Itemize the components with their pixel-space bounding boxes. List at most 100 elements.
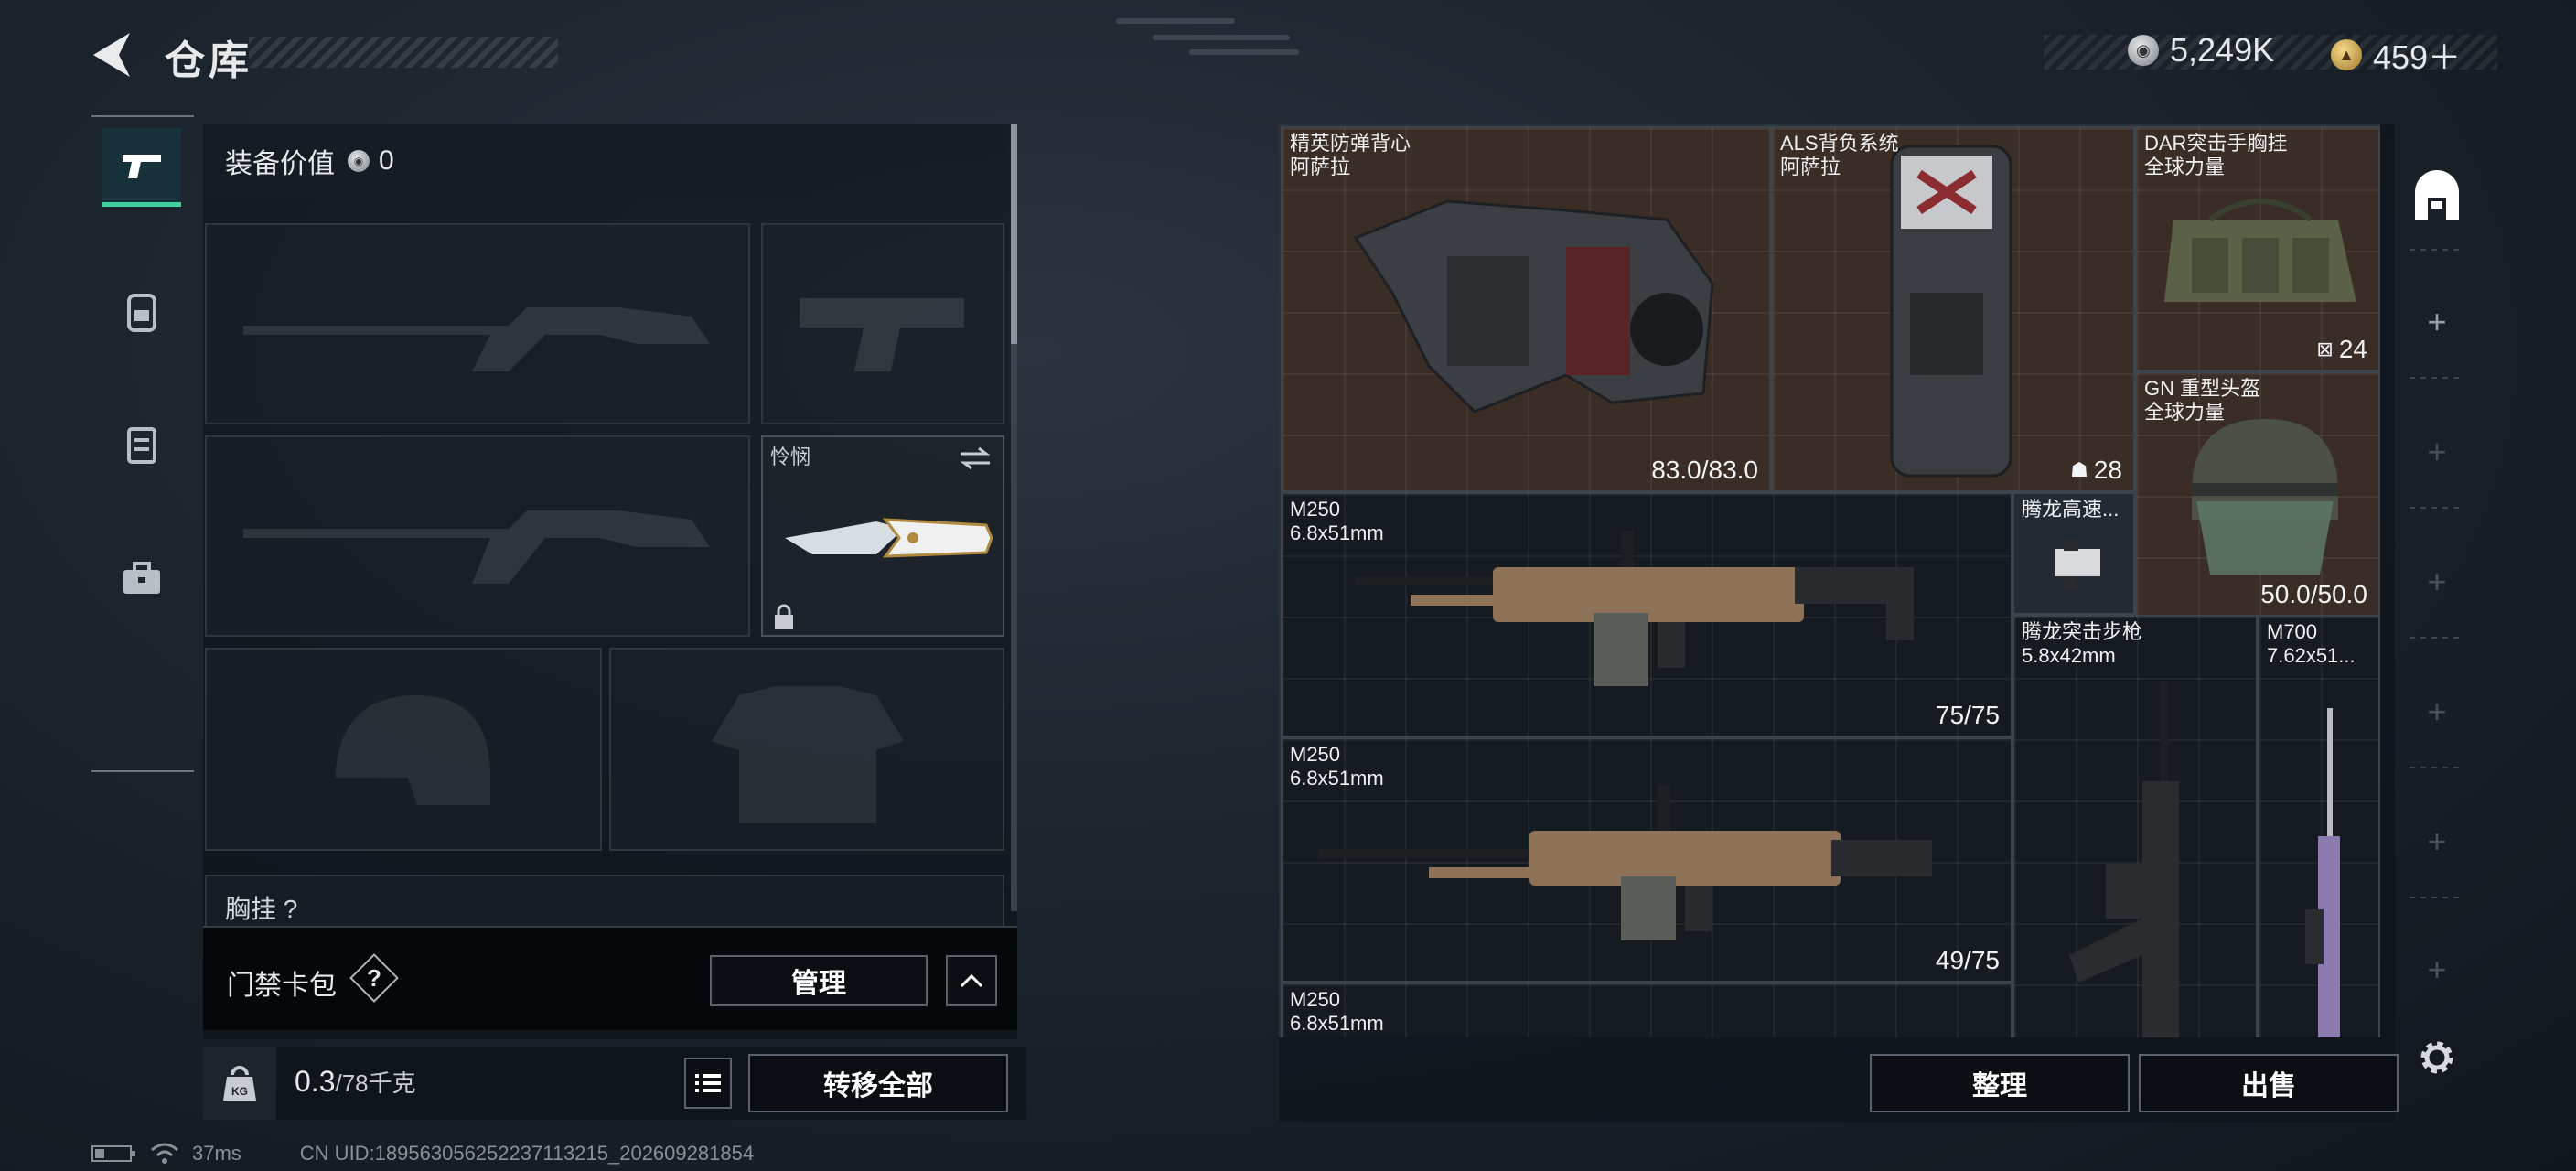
item-caliber: 6.8x51mm <box>1290 1012 1384 1035</box>
storage-item-vest[interactable]: 精英防弹背心 阿萨拉 83.0/83.0 <box>1281 126 1771 492</box>
add-storage-tab-button[interactable]: + <box>2400 805 2474 878</box>
battery-icon <box>91 1145 135 1162</box>
briefcase-icon <box>123 562 160 594</box>
equipment-value: 0 <box>379 145 394 176</box>
attachment-icon <box>2055 540 2100 589</box>
transfer-all-button[interactable]: 转移全部 <box>748 1054 1008 1112</box>
item-name: 腾龙高速... <box>2022 498 2120 521</box>
add-storage-tab-button[interactable]: + <box>2400 285 2474 359</box>
item-name: DAR突击手胸挂 <box>2144 132 2288 155</box>
storage-item-m250[interactable]: M250 6.8x51mm <box>1281 983 2012 1037</box>
sidearm-slot[interactable] <box>761 223 1004 424</box>
helmet-silhouette-icon <box>335 695 490 805</box>
helmet-slot[interactable] <box>205 648 602 851</box>
item-source: 阿萨拉 <box>1780 156 1841 178</box>
melee-slot[interactable]: 怜悯 <box>761 435 1004 637</box>
item-caliber: 6.8x51mm <box>1290 521 1384 544</box>
bg-streak <box>1153 35 1290 40</box>
nav-tab-weapons[interactable] <box>102 128 181 207</box>
currency-gold[interactable]: ▲ 459＋ <box>2331 31 2461 79</box>
title-decoration <box>249 37 558 68</box>
storage-panel: 精英防弹背心 阿萨拉 83.0/83.0 ALS背负系统 阿萨拉 ☗ 28 DA… <box>1279 124 2399 1122</box>
settings-button[interactable] <box>2400 1021 2474 1094</box>
plus-icon: + <box>2427 951 2447 988</box>
item-source: 全球力量 <box>2144 401 2226 424</box>
armor-vest-icon <box>1353 199 1714 414</box>
plus-icon: + <box>2427 822 2447 860</box>
item-durability: 50.0/50.0 <box>2260 580 2367 608</box>
chest-rig-label: 胸挂 ? <box>225 895 298 923</box>
item-name: M250 <box>1290 743 1341 766</box>
storage-item-m250[interactable]: M250 6.8x51mm 49/75 <box>1281 737 2012 983</box>
rifle-silhouette-icon <box>243 510 710 584</box>
back-arrow-icon[interactable] <box>88 27 143 82</box>
add-storage-tab-button[interactable]: + <box>2400 933 2474 1006</box>
item-name: 腾龙突击步枪 <box>2022 620 2143 643</box>
armor-silhouette-icon <box>712 686 904 823</box>
list-icon <box>695 1074 721 1092</box>
machine-gun-icon <box>1319 785 1932 940</box>
storage-item-backpack[interactable]: ALS背负系统 阿萨拉 ☗ 28 <box>1771 126 2135 492</box>
chest-rig-icon <box>2164 199 2356 302</box>
item-ammo: 75/75 <box>1935 701 2000 729</box>
currency-silver[interactable]: ◉ 5,249K <box>2128 31 2274 70</box>
silver-amount: 5,249K <box>2170 31 2275 69</box>
sell-button[interactable]: 出售 <box>2139 1054 2399 1112</box>
item-capacity: ⊠ 24 <box>2316 335 2367 363</box>
vest-icon <box>127 427 156 464</box>
armor-slot[interactable] <box>609 648 1004 851</box>
backpack-item-icon <box>1890 145 2012 478</box>
equipment-scrollbar[interactable] <box>1011 124 1017 911</box>
storage-tab-rail: + + + + + + <box>2400 124 2474 1074</box>
collapse-button[interactable] <box>946 955 997 1006</box>
category-nav <box>91 115 194 772</box>
storage-grid: 精英防弹背心 阿萨拉 83.0/83.0 ALS背负系统 阿萨拉 ☗ 28 DA… <box>1279 124 2380 1037</box>
storage-item-rifle[interactable]: 腾龙突击步枪 5.8x42mm <box>2012 615 2258 1037</box>
add-storage-tab-button[interactable]: + <box>2400 415 2474 489</box>
manage-button[interactable]: 管理 <box>710 955 928 1006</box>
item-ammo: 49/75 <box>1935 946 2000 974</box>
sort-button[interactable]: 整理 <box>1870 1054 2130 1112</box>
nav-tab-briefcase[interactable] <box>102 540 181 618</box>
item-capacity: ☗ 28 <box>2070 456 2122 484</box>
storage-item-chest-rig[interactable]: DAR突击手胸挂 全球力量 ⊠ 24 <box>2135 126 2380 371</box>
silver-coin-icon: ◉ <box>2128 35 2159 66</box>
item-name: 精英防弹背心 <box>1290 132 1411 155</box>
status-bar: 37ms CN UID:18956305625223711321​5_20260… <box>91 1142 754 1166</box>
bg-streak <box>1116 18 1235 24</box>
item-source: 阿萨拉 <box>1290 156 1351 178</box>
add-storage-tab-button[interactable]: + <box>2400 675 2474 748</box>
chevron-up-icon <box>960 973 983 988</box>
silver-coin-icon: ◉ <box>348 150 370 172</box>
item-durability: 83.0/83.0 <box>1651 456 1758 484</box>
keycard-bar: 门禁卡包 ? 管理 <box>203 926 1017 1030</box>
storage-item-helmet[interactable]: GN 重型头盔 全球力量 50.0/50.0 <box>2135 371 2380 617</box>
ping-value: 37ms <box>192 1142 242 1165</box>
plus-icon: + <box>2427 433 2447 470</box>
item-caliber: 7.62x51... <box>2267 644 2356 667</box>
add-storage-tab-button[interactable]: + <box>2400 545 2474 618</box>
chest-rig-slot[interactable]: 胸挂 ? <box>205 875 1004 929</box>
equipment-value-label: 装备价值 <box>225 149 335 179</box>
storage-item-attachment[interactable]: 腾龙高速... <box>2012 492 2135 615</box>
secondary-weapon-slot[interactable] <box>205 435 750 637</box>
list-view-button[interactable] <box>684 1058 732 1109</box>
storage-item-m250[interactable]: M250 6.8x51mm 75/75 <box>1281 492 2012 737</box>
rifle-silhouette-icon <box>243 307 710 371</box>
gold-coin-icon: ▲ <box>2331 39 2362 70</box>
machine-gun-icon <box>1356 531 1914 686</box>
lock-icon <box>775 604 793 629</box>
storage-tab-main[interactable] <box>2400 161 2474 234</box>
bg-streak <box>1189 49 1299 55</box>
equipment-panel: 装备价值 ◉ 0 怜悯 胸挂 ? <box>203 124 1017 1039</box>
knife-icon <box>785 518 993 558</box>
nav-tab-backpack[interactable] <box>102 273 181 351</box>
storage-item-sniper[interactable]: M700 7.62x51... <box>2258 615 2380 1037</box>
nav-tab-vest[interactable] <box>102 404 181 483</box>
item-caliber: 6.8x51mm <box>1290 767 1384 790</box>
primary-weapon-slot[interactable] <box>205 223 750 424</box>
pistol-icon <box>123 154 161 178</box>
plus-icon: + <box>2427 303 2447 340</box>
swap-icon[interactable] <box>957 445 993 472</box>
pistol-silhouette-icon <box>800 298 964 371</box>
